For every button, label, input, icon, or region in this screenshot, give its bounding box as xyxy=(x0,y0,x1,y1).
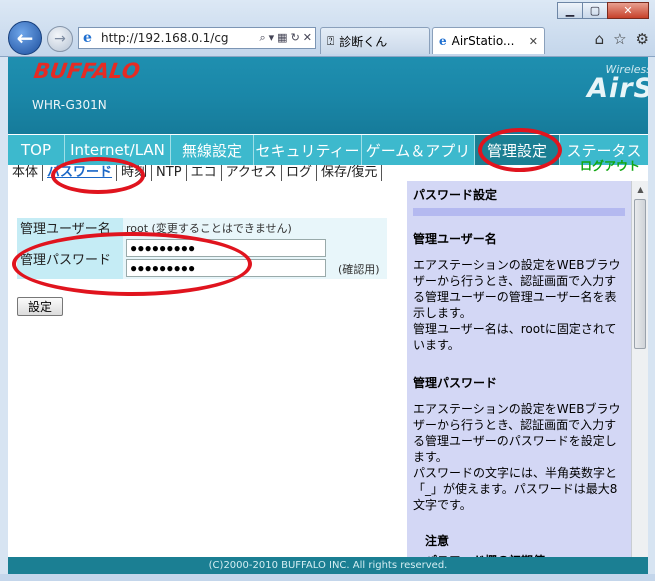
password-input[interactable] xyxy=(126,239,326,257)
copyright-footer: (C)2000-2010 BUFFALO INC. All rights res… xyxy=(8,557,648,574)
help-note-title: 注意 xyxy=(425,534,450,548)
subnav-access[interactable]: アクセス xyxy=(222,165,282,181)
window-controls: ▁ ▢ ✕ xyxy=(557,2,649,19)
password-confirm-input[interactable] xyxy=(126,259,326,277)
help-pane: パスワード設定 管理ユーザー名 エアステーションの設定をWEBブラウザーから行う… xyxy=(407,181,631,568)
help-text: 管理ユーザー名は、rootに固定されています。 xyxy=(413,322,617,352)
brand-airstation: AirS xyxy=(587,73,648,104)
nav-admin[interactable]: 管理設定 xyxy=(475,135,560,165)
nav-top[interactable]: TOP xyxy=(8,135,65,165)
web-page: BUFFALO WHR-G301N Wireless AirS TOP Inte… xyxy=(8,57,648,574)
close-tab-icon[interactable]: ✕ xyxy=(529,35,538,48)
tab-label: 診断くん xyxy=(339,34,388,49)
router-banner: BUFFALO WHR-G301N Wireless AirS xyxy=(8,57,648,134)
address-url: http://192.168.0.1/cg xyxy=(101,31,229,45)
admin-user-label: 管理ユーザー名 xyxy=(17,218,123,237)
browser-tab-airstation[interactable]: e AirStatio... ✕ xyxy=(432,27,545,54)
subnav-eco[interactable]: エコ xyxy=(187,165,222,181)
tab-label: AirStatio... xyxy=(451,34,515,48)
ie-icon: e xyxy=(83,30,92,46)
browser-chrome: ▁ ▢ ✕ ← → e http://192.168.0.1/cg ⌕ ▾ ▦ … xyxy=(0,0,655,57)
help-text: パスワードの文字には、半角英数字と「_」が使えます。パスワードは最大8文字です。 xyxy=(413,466,618,512)
admin-password-label: 管理パスワード xyxy=(17,237,123,279)
help-text: エアステーションの設定をWEBブラウザーから行うとき、認証画面で入力する管理ユー… xyxy=(413,258,621,320)
browser-tab-shindan[interactable]: ⍰ 診断くん xyxy=(320,27,430,54)
gear-icon[interactable]: ⚙ xyxy=(636,30,649,48)
nav-wireless[interactable]: 無線設定 xyxy=(171,135,254,165)
favorites-star-icon[interactable]: ☆ xyxy=(613,30,626,48)
compatibility-icon[interactable]: ▦ xyxy=(277,31,287,45)
password-form: 管理ユーザー名 root (変更することはできません) 管理パスワード (確認用… xyxy=(17,218,387,279)
subnav-time[interactable]: 時刻 xyxy=(117,165,153,181)
subnav-password[interactable]: パスワード xyxy=(43,165,118,181)
subnav-ntp[interactable]: NTP xyxy=(152,165,187,181)
search-icon[interactable]: ⌕ xyxy=(259,31,265,45)
nav-internet-lan[interactable]: Internet/LAN xyxy=(65,135,171,165)
admin-user-value: root (変更することはできません) xyxy=(123,218,387,237)
logout-link[interactable]: ログアウト xyxy=(580,157,640,174)
subnav-log[interactable]: ログ xyxy=(282,165,317,181)
minimize-icon[interactable]: ▁ xyxy=(557,2,583,19)
ie-icon: e xyxy=(439,34,447,48)
nav-game-apps[interactable]: ゲーム＆アプリ xyxy=(362,135,475,165)
sub-nav: 本体 パスワード 時刻 NTP エコ アクセス ログ 保存/復元 xyxy=(8,165,408,181)
help-scrollbar[interactable]: ▲ ▼ xyxy=(631,181,648,568)
address-bar[interactable]: e http://192.168.0.1/cg ⌕ ▾ ▦ ↻ ✕ xyxy=(78,27,316,49)
stop-icon[interactable]: ✕ xyxy=(303,31,312,45)
subnav-unit[interactable]: 本体 xyxy=(8,165,44,181)
home-icon[interactable]: ⌂ xyxy=(595,30,605,48)
help-section-title: 管理ユーザー名 xyxy=(413,232,497,246)
submit-button[interactable]: 設定 xyxy=(17,297,63,316)
page-icon: ⍰ xyxy=(327,33,335,48)
help-title: パスワード設定 xyxy=(413,188,498,202)
dropdown-icon[interactable]: ▾ xyxy=(269,31,275,45)
help-section-title: 管理パスワード xyxy=(413,376,498,390)
scroll-up-icon[interactable]: ▲ xyxy=(632,181,648,197)
maximize-icon[interactable]: ▢ xyxy=(582,2,608,19)
buffalo-logo: BUFFALO xyxy=(32,59,142,83)
status-bar xyxy=(0,574,655,581)
main-nav: TOP Internet/LAN 無線設定 セキュリティー ゲーム＆アプリ 管理… xyxy=(8,134,648,165)
confirm-label: (確認用) xyxy=(335,258,387,279)
forward-button[interactable]: → xyxy=(47,26,73,52)
model-name: WHR-G301N xyxy=(32,98,107,112)
subnav-backup-restore[interactable]: 保存/復元 xyxy=(317,165,383,181)
help-divider xyxy=(413,208,625,216)
back-button[interactable]: ← xyxy=(8,21,42,55)
refresh-icon[interactable]: ↻ xyxy=(291,31,300,45)
help-text: エアステーションの設定をWEBブラウザーから行うとき、認証画面で入力する管理ユー… xyxy=(413,402,621,464)
scroll-thumb[interactable] xyxy=(634,199,646,349)
nav-security[interactable]: セキュリティー xyxy=(254,135,362,165)
close-window-icon[interactable]: ✕ xyxy=(607,2,649,19)
